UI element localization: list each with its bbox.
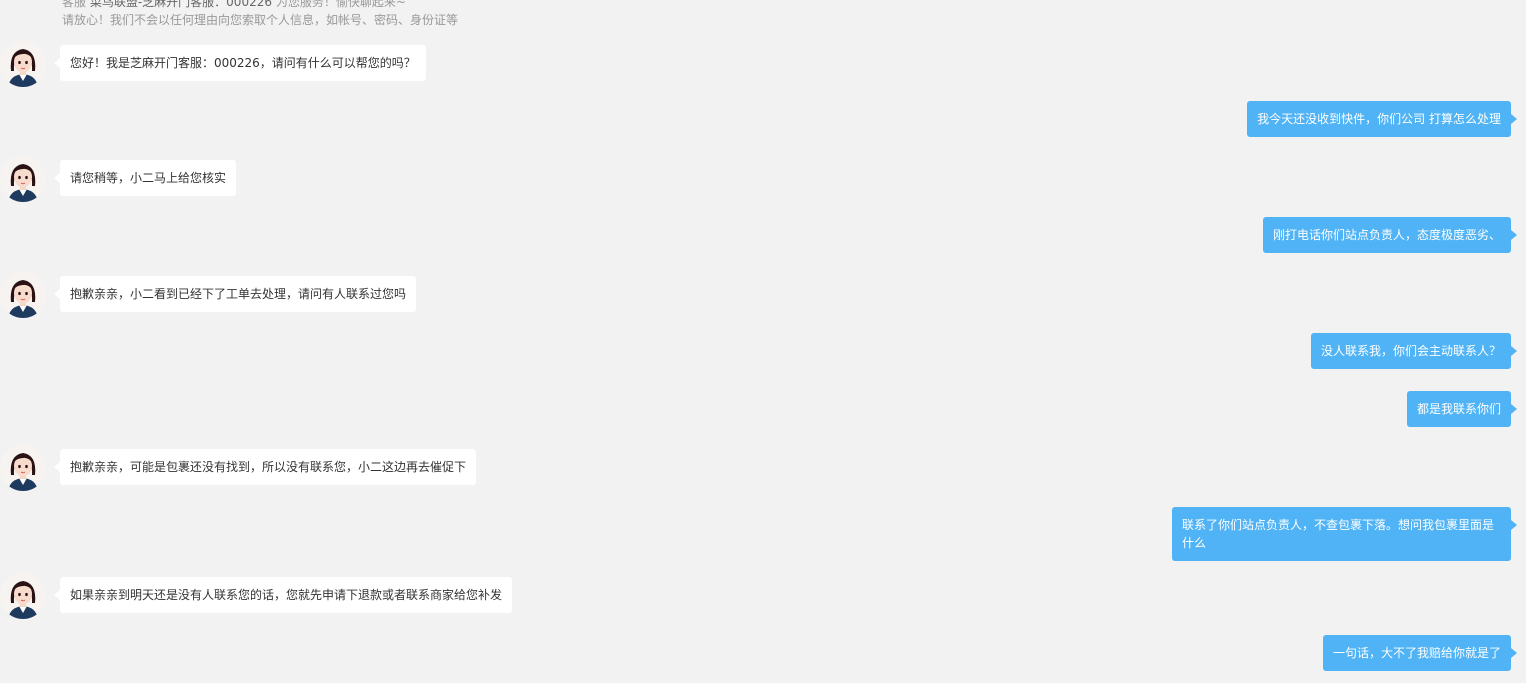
user-message-bubble: 一句话，大不了我赔给你就是了 (1322, 635, 1518, 671)
agent-message-bubble: 如果亲亲到明天还是没有人联系您的话，您就先申请下退款或者联系商家给您补发 (53, 577, 513, 613)
system-notice-line1: 客服 菜鸟联盟-芝麻开门客服：000226 为您服务！愉快聊起来~ (62, 0, 458, 11)
agent-message-bubble: 抱歉亲亲，小二看到已经下了工单去处理，请问有人联系过您吗 (53, 276, 417, 312)
user-message-bubble: 都是我联系你们 (1406, 391, 1518, 427)
agent-avatar-icon (0, 573, 46, 619)
system-notice-line2: 请放心！我们不会以任何理由向您索取个人信息，如帐号、密码、身份证等 (62, 13, 459, 27)
system-notice-suffix: 为您服务！愉快聊起来~ (275, 0, 406, 9)
user-message-bubble: 刚打电话你们站点负责人，态度极度恶劣、 (1262, 217, 1518, 253)
agent-message-bubble: 请您稍等，小二马上给您核实 (53, 160, 237, 196)
agent-avatar-icon (0, 156, 46, 202)
user-message-bubble: 没人联系我，你们会主动联系人？ (1310, 333, 1518, 369)
agent-avatar-icon (0, 41, 46, 87)
user-message-bubble: 联系了你们站点负责人，不查包裹下落。想问我包裹里面是什么 (1172, 507, 1517, 561)
agent-avatar-icon (0, 445, 46, 491)
user-message-bubble: 我今天还没收到快件，你们公司 打算怎么处理 (1247, 101, 1517, 137)
system-notice-agent-name: 菜鸟联盟-芝麻开门客服：000226 (89, 0, 272, 9)
system-notice: 客服 菜鸟联盟-芝麻开门客服：000226 为您服务！愉快聊起来~ 请放心！我们… (62, 0, 458, 29)
agent-message-bubble: 您好！我是芝麻开门客服：000226，请问有什么可以帮您的吗？ (54, 45, 426, 81)
system-notice-prefix: 客服 (62, 0, 87, 9)
agent-message-bubble: 抱歉亲亲，可能是包裹还没有找到，所以没有联系您，小二这边再去催促下 (53, 449, 477, 485)
agent-avatar-icon (0, 272, 46, 318)
